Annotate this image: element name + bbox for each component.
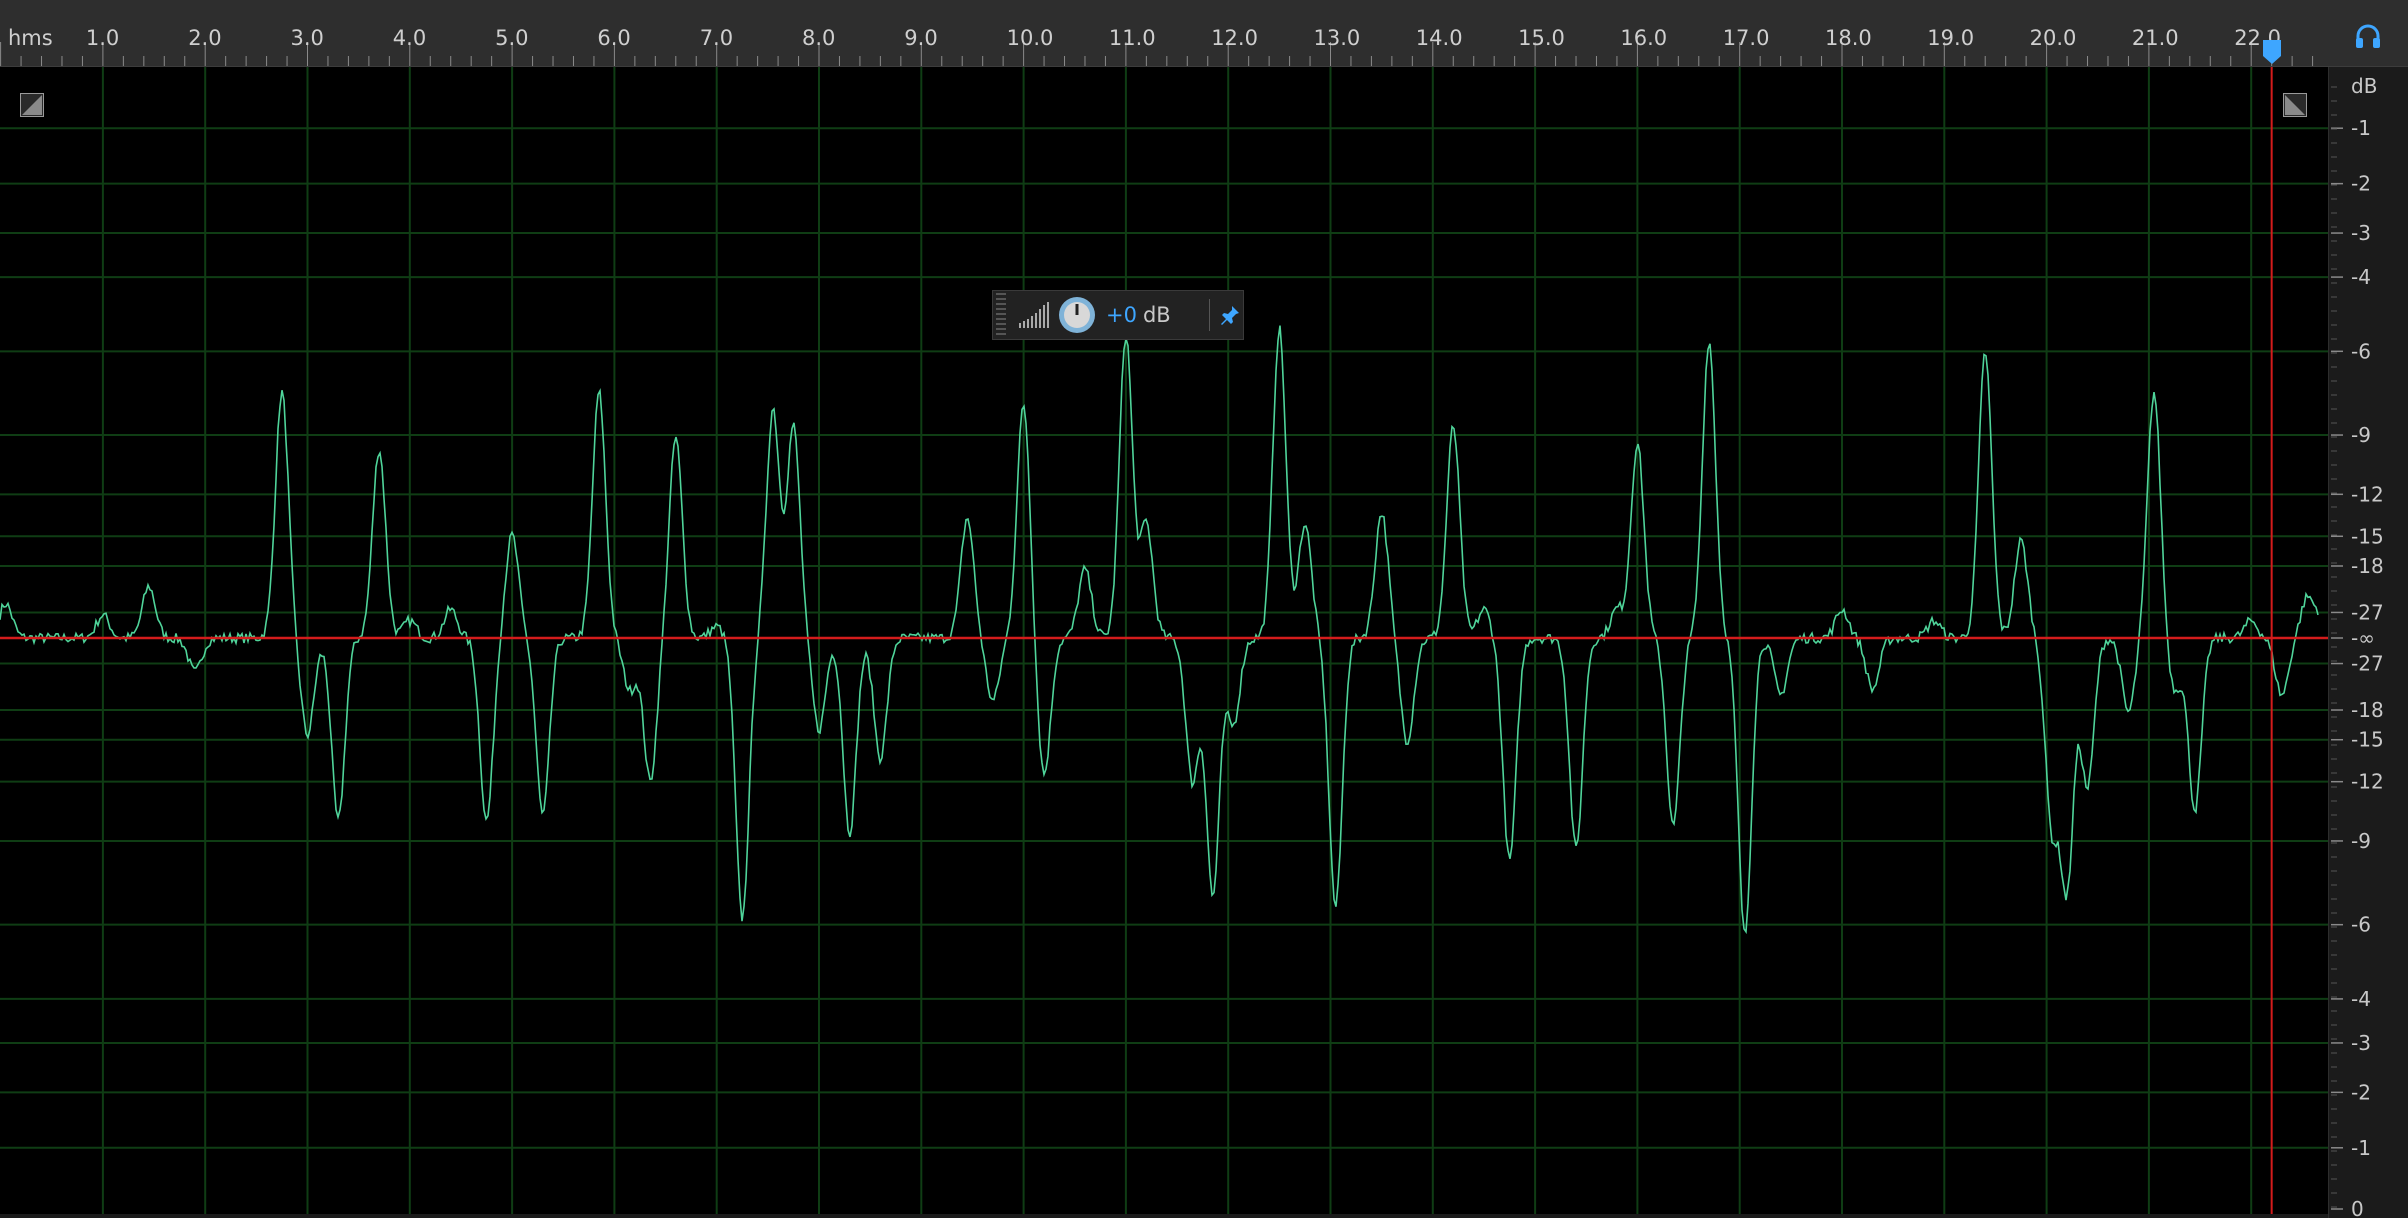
ruler-time-label: 4.0 xyxy=(392,26,427,50)
ruler-time-label: 1.0 xyxy=(85,26,120,50)
amplitude-label: -2 xyxy=(2351,1080,2371,1104)
ruler-time-label: 18.0 xyxy=(1825,26,1872,50)
amplitude-label: -9 xyxy=(2351,829,2371,853)
ruler-time-label: 10.0 xyxy=(1006,26,1054,50)
amplitude-label: -6 xyxy=(2351,339,2371,363)
ruler-time-label: 16.0 xyxy=(1620,26,1668,50)
amplitude-label: -27 xyxy=(2351,600,2384,624)
amplitude-label: -9 xyxy=(2351,423,2371,447)
waveform-canvas xyxy=(0,67,2328,1214)
ruler-time-label: 11.0 xyxy=(1108,26,1156,50)
ruler-time-label: 20.0 xyxy=(2029,26,2077,50)
headphone-icon[interactable] xyxy=(2352,20,2384,52)
gain-hud[interactable]: +0 dB xyxy=(992,290,1244,340)
amplitude-label: -6 xyxy=(2351,913,2371,937)
pin-icon[interactable] xyxy=(1218,303,1242,327)
hud-separator xyxy=(1208,299,1210,331)
hud-drag-grip[interactable] xyxy=(996,293,1006,337)
amplitude-label: -15 xyxy=(2351,728,2384,752)
amplitude-label: -18 xyxy=(2351,698,2384,722)
amplitude-label: -∞ xyxy=(2351,626,2375,650)
fade-in-icon xyxy=(22,95,42,115)
ruler-time-label: 13.0 xyxy=(1313,26,1361,50)
ruler-ticks xyxy=(0,42,2314,66)
amplitude-label: -4 xyxy=(2351,265,2371,289)
ruler-time-label: 19.0 xyxy=(1927,26,1975,50)
gain-knob[interactable] xyxy=(1058,296,1096,334)
amplitude-unit: dB xyxy=(2351,74,2377,98)
amplitude-label: -15 xyxy=(2351,524,2384,548)
amplitude-label: 0 xyxy=(2351,1197,2364,1218)
ruler-time-label: 9.0 xyxy=(904,26,938,50)
monitor-corner xyxy=(2328,0,2408,67)
time-ruler[interactable]: hms 1.0 2.0 3.0 4.0 5.0 6.0 7.0 8.0 9.0 10.0 11.0 1… xyxy=(0,0,2328,67)
ruler-time-label: 17.0 xyxy=(1722,26,1770,50)
bottom-strip xyxy=(0,1214,2328,1218)
amplitude-label: -1 xyxy=(2351,1136,2371,1160)
gain-unit: dB xyxy=(1142,303,1171,327)
level-meter-icon xyxy=(1019,302,1049,328)
ruler-time-label: 15.0 xyxy=(1518,26,1565,50)
amplitude-label: -3 xyxy=(2351,221,2371,245)
amplitude-label: -2 xyxy=(2351,172,2371,196)
amplitude-label: -12 xyxy=(2351,770,2384,794)
ruler-time-label: 7.0 xyxy=(699,26,734,50)
gain-value[interactable]: +0 xyxy=(1106,303,1137,327)
amplitude-label: -27 xyxy=(2351,652,2384,676)
ruler-time-label: 6.0 xyxy=(597,26,631,50)
ruler-time-label: 14.0 xyxy=(1415,26,1463,50)
amplitude-label: -1 xyxy=(2351,116,2371,140)
ruler-time-label: 3.0 xyxy=(290,26,324,50)
fade-out-handle[interactable] xyxy=(2283,93,2307,117)
amplitude-label: -3 xyxy=(2351,1031,2371,1055)
ruler-time-label: 8.0 xyxy=(802,26,836,50)
playhead-marker-icon[interactable] xyxy=(2261,40,2283,66)
fade-in-handle[interactable] xyxy=(20,93,44,117)
amplitude-label: -12 xyxy=(2351,482,2384,506)
amplitude-label: -18 xyxy=(2351,554,2384,578)
ruler-time-label: 21.0 xyxy=(2131,26,2179,50)
amplitude-scale: dB -1 -2 -3 -4 -6 -9 -12 -15 -18 -27 -∞ -27 -18 -15 -12… xyxy=(2328,67,2408,1218)
ruler-time-label: 5.0 xyxy=(495,26,529,50)
fade-out-icon xyxy=(2285,95,2305,115)
amplitude-scale-svg: dB -1 -2 -3 -4 -6 -9 -12 -15 -18 -27-∞-27 -18 -15 -12… xyxy=(2331,74,2384,1218)
time-unit-label: hms xyxy=(8,26,53,50)
ruler-time-label: 2.0 xyxy=(188,26,222,50)
waveform-display[interactable] xyxy=(0,67,2328,1214)
amplitude-label: -4 xyxy=(2351,987,2371,1011)
ruler-time-label: 12.0 xyxy=(1211,26,1258,50)
